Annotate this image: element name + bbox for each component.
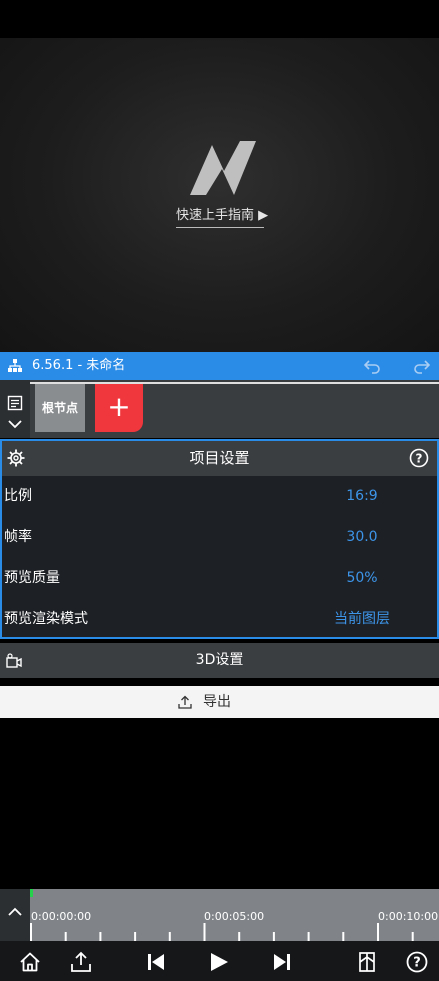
chevron-down-icon [8, 420, 22, 429]
node-track-line [30, 382, 439, 384]
title-bar: 6.56.1 - 未命名 [0, 352, 439, 380]
setting-row-frame-rate[interactable]: 帧率 30.0 [2, 517, 437, 558]
setting-value[interactable]: 50% [302, 558, 422, 599]
setting-label: 预览渲染模式 [4, 611, 88, 627]
add-node-button[interactable]: + [95, 384, 143, 432]
play-icon[interactable] [208, 951, 230, 973]
node-menu-toggle[interactable] [0, 380, 30, 438]
redo-icon[interactable] [414, 358, 430, 374]
svg-text:?: ? [413, 956, 421, 971]
setting-value[interactable]: 当前图层 [302, 599, 422, 640]
quick-start-guide-link[interactable]: 快速上手指南 ▶ [176, 206, 268, 228]
upload-icon [178, 695, 192, 709]
project-settings-header: 项目设置 ? [2, 441, 437, 476]
export-label: 导出 [203, 694, 231, 710]
node-tree-icon[interactable] [7, 358, 23, 374]
preview-area[interactable]: 快速上手指南 ▶ [0, 38, 439, 352]
project-settings-panel: 项目设置 ? 比例 16:9 帧率 30.0 预览质量 50% 预览渲染模式 当… [0, 439, 439, 639]
setting-label: 比例 [4, 488, 32, 504]
share-icon[interactable] [70, 951, 92, 973]
export-button[interactable]: 导出 [0, 686, 439, 718]
skip-back-icon[interactable] [145, 951, 167, 973]
timeline-collapse-button[interactable] [0, 889, 30, 941]
setting-row-aspect-ratio[interactable]: 比例 16:9 [2, 476, 437, 517]
bookmark-icon[interactable] [356, 951, 378, 973]
node-root[interactable]: 根节点 [35, 384, 85, 432]
node-bar: 根节点 + [0, 380, 439, 438]
setting-value[interactable]: 30.0 [302, 517, 422, 558]
home-icon[interactable] [19, 951, 41, 973]
undo-icon[interactable] [364, 358, 380, 374]
list-icon [7, 395, 23, 411]
svg-text:?: ? [416, 452, 423, 466]
3d-settings-label: 3D设置 [195, 652, 244, 668]
3d-settings-button[interactable]: 3D设置 [0, 643, 439, 678]
project-settings-title: 项目设置 [189, 449, 250, 467]
setting-label: 预览质量 [4, 570, 60, 586]
timeline[interactable]: 0:00:00:00 0:00:05:00 0:00:10:00 [0, 889, 439, 941]
setting-row-preview-render-mode[interactable]: 预览渲染模式 当前图层 [2, 599, 437, 640]
skip-forward-icon[interactable] [271, 951, 293, 973]
project-title: 6.56.1 - 未命名 [32, 358, 126, 373]
help-icon[interactable]: ? [406, 951, 428, 973]
help-icon[interactable]: ? [409, 448, 429, 468]
chevron-up-icon [8, 907, 22, 916]
setting-row-preview-quality[interactable]: 预览质量 50% [2, 558, 437, 599]
status-bar [0, 0, 439, 38]
setting-label: 帧率 [4, 529, 32, 545]
bottom-toolbar: ? [0, 941, 439, 981]
timeline-ruler [30, 923, 414, 941]
app-logo-icon [190, 141, 256, 195]
setting-value[interactable]: 16:9 [302, 476, 422, 517]
